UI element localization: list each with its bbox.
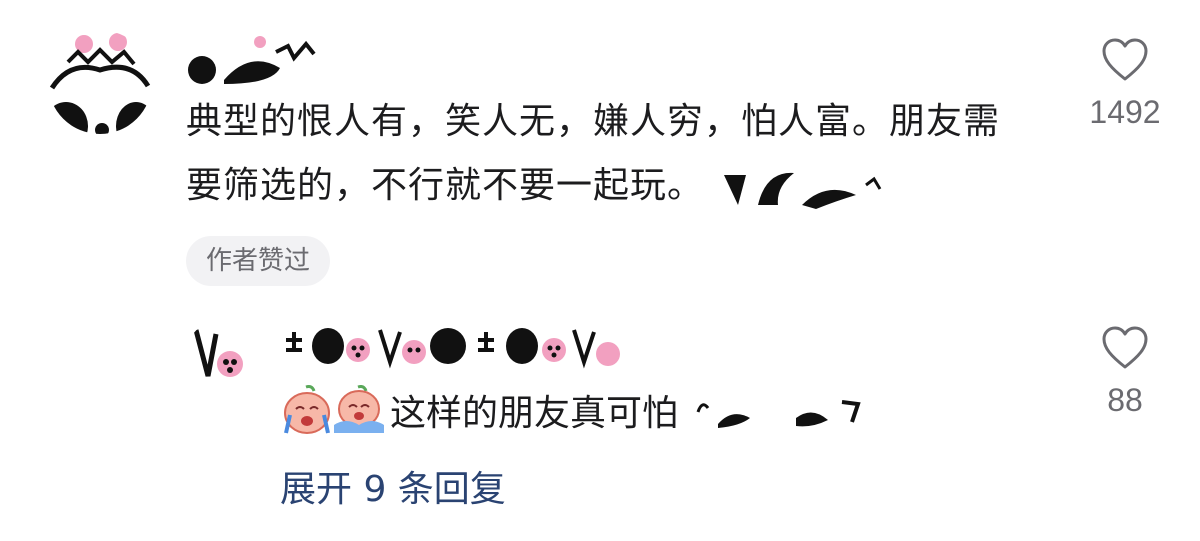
reply-like-count: 88 bbox=[1107, 382, 1143, 418]
comment-like-count: 1492 bbox=[1089, 94, 1161, 130]
reply-username-redacted[interactable] bbox=[282, 322, 642, 370]
panda-avatar-icon bbox=[48, 30, 152, 134]
crying-peach-emoji-icon bbox=[284, 385, 330, 434]
comment-avatar[interactable] bbox=[48, 30, 152, 134]
reply-text-line: 这样的朋友真可怕 bbox=[282, 378, 872, 442]
reply-body: 这样的朋友真可怕 bbox=[390, 393, 679, 434]
heart-icon[interactable] bbox=[1101, 38, 1149, 82]
redacted-sticker-icon bbox=[724, 172, 882, 209]
expand-replies-link[interactable]: 展开 9 条回复 bbox=[280, 464, 506, 516]
reply-like[interactable]: 88 bbox=[1075, 326, 1175, 419]
comment-text: 典型的恨人有，笑人无，嫌人穷，怕人富。朋友需要筛选的，不行就不要一起玩。 bbox=[186, 90, 1036, 218]
crying-peach-emoji-icon bbox=[334, 385, 384, 433]
reply-avatar[interactable] bbox=[186, 320, 256, 390]
comment-like[interactable]: 1492 bbox=[1075, 38, 1175, 131]
comment-username-redacted[interactable] bbox=[180, 30, 320, 86]
heart-icon[interactable] bbox=[1101, 326, 1149, 370]
panda-avatar-icon bbox=[186, 320, 256, 390]
redacted-sticker-icon bbox=[696, 400, 861, 428]
author-liked-badge: 作者赞过 bbox=[186, 236, 331, 286]
